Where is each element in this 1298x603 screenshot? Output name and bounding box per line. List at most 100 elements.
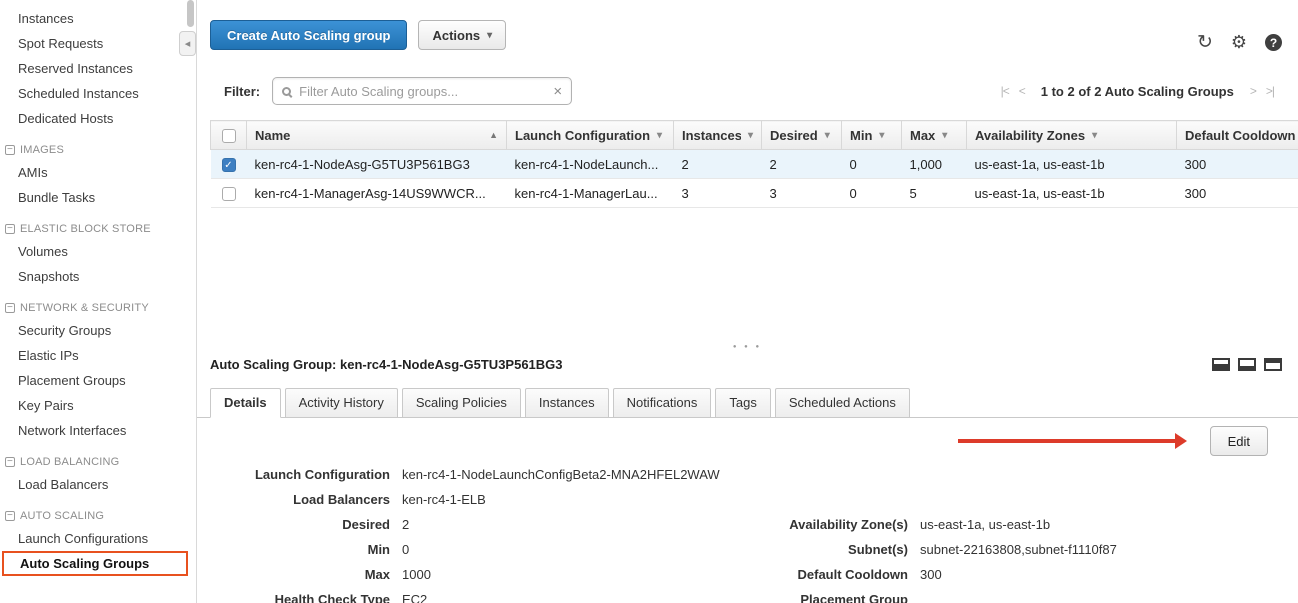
sidebar-item-volumes[interactable]: Volumes [0, 239, 196, 264]
sidebar-item-placement-groups[interactable]: Placement Groups [0, 368, 196, 393]
sidebar-item-scheduled-instances[interactable]: Scheduled Instances [0, 81, 196, 106]
sidebar-item-auto-scaling-groups[interactable]: Auto Scaling Groups [2, 551, 188, 576]
column-label: Default Cooldown [1185, 128, 1296, 143]
chevron-down-icon: ▾ [487, 30, 492, 41]
prev-page-icon[interactable]: < [1019, 84, 1025, 98]
sidebar-item-network-interfaces[interactable]: Network Interfaces [0, 418, 196, 443]
section-label: LOAD BALANCING [20, 456, 119, 468]
field-value: us-east-1a, us-east-1b [920, 512, 1050, 537]
row-checkbox[interactable] [222, 187, 236, 201]
cell-availability-zones: us-east-1a, us-east-1b [967, 179, 1177, 208]
search-icon [282, 87, 291, 96]
tab-instances[interactable]: Instances [525, 388, 609, 418]
layout-details-only-icon[interactable] [1264, 358, 1282, 371]
sidebar-section-load-balancing[interactable]: − LOAD BALANCING [0, 443, 196, 472]
cell-instances: 2 [674, 150, 762, 179]
sidebar-item-key-pairs[interactable]: Key Pairs [0, 393, 196, 418]
cell-instances: 3 [674, 179, 762, 208]
first-page-icon[interactable]: |< [1001, 84, 1009, 98]
details-fields-right: Availability Zone(s) us-east-1a, us-east… [730, 512, 1298, 603]
column-header-max[interactable]: Max ▾ [902, 121, 967, 150]
field-label: Default Cooldown [730, 562, 920, 587]
column-filter-icon[interactable]: ▾ [748, 130, 753, 141]
collapse-section-icon: − [5, 224, 15, 234]
sidebar-item-reserved-instances[interactable]: Reserved Instances [0, 56, 196, 81]
field-value: 300 [920, 562, 942, 587]
help-icon[interactable]: ? [1265, 34, 1282, 51]
clear-filter-icon[interactable]: × [553, 84, 562, 99]
cell-min: 0 [842, 179, 902, 208]
panel-splitter[interactable]: ● ● ● [197, 341, 1298, 353]
sidebar-item-load-balancers[interactable]: Load Balancers [0, 472, 196, 497]
column-filter-icon[interactable]: ▾ [879, 130, 884, 141]
filter-input[interactable] [299, 84, 545, 99]
column-filter-icon[interactable]: ▾ [1092, 130, 1097, 141]
sidebar-section-network-security[interactable]: − NETWORK & SECURITY [0, 289, 196, 318]
sidebar-item-elastic-ips[interactable]: Elastic IPs [0, 343, 196, 368]
column-filter-icon[interactable]: ▾ [942, 130, 947, 141]
column-header-min[interactable]: Min▾ [842, 121, 902, 150]
field-label: Max [210, 562, 402, 587]
column-header-name[interactable]: Name▲ [247, 121, 507, 150]
search-box[interactable]: × [272, 77, 572, 105]
refresh-icon[interactable]: ↻ [1197, 31, 1213, 54]
table-row-node-asg[interactable]: ✓ ken-rc4-1-NodeAsg-G5TU3P561BG3 ken-rc4… [211, 150, 1298, 179]
sidebar-item-security-groups[interactable]: Security Groups [0, 318, 196, 343]
ec2-console-screen: Instances Spot Requests Reserved Instanc… [0, 0, 1298, 603]
next-page-icon[interactable]: > [1250, 84, 1256, 98]
tab-activity-history[interactable]: Activity History [285, 388, 398, 418]
table-empty-space [197, 208, 1298, 341]
column-header-default-cooldown[interactable]: Default Cooldown [1177, 121, 1298, 150]
sidebar-scrollbar-thumb[interactable] [187, 0, 194, 27]
column-filter-icon[interactable]: ▾ [657, 130, 662, 141]
tab-scaling-policies[interactable]: Scaling Policies [402, 388, 521, 418]
tab-scheduled-actions[interactable]: Scheduled Actions [775, 388, 910, 418]
cell-launch-configuration: ken-rc4-1-NodeLaunch... [507, 150, 674, 179]
actions-button[interactable]: Actions ▾ [418, 20, 506, 50]
sidebar-item-amis[interactable]: AMIs [0, 160, 196, 185]
tab-tags[interactable]: Tags [715, 388, 770, 418]
sidebar-item-bundle-tasks[interactable]: Bundle Tasks [0, 185, 196, 210]
sidebar-section-images[interactable]: − IMAGES [0, 131, 196, 160]
sidebar-collapse-button[interactable]: ◂ [179, 31, 196, 56]
actions-button-label: Actions [432, 28, 480, 43]
cell-max: 1,000 [902, 150, 967, 179]
column-header-availability-zones[interactable]: Availability Zones▾ [967, 121, 1177, 150]
sidebar-item-instances[interactable]: Instances [0, 6, 196, 31]
field-value: 2 [402, 512, 409, 537]
table-header-row: Name▲ Launch Configuration▾ Instances▾ D… [211, 121, 1298, 150]
sidebar-item-launch-configurations[interactable]: Launch Configurations [0, 526, 196, 551]
edit-button[interactable]: Edit [1210, 426, 1268, 456]
details-fields-left: Launch Configuration ken-rc4-1-NodeLaunc… [210, 462, 730, 603]
tab-details[interactable]: Details [210, 388, 281, 418]
section-label: AUTO SCALING [20, 510, 104, 522]
details-tabs: Details Activity History Scaling Policie… [197, 388, 1298, 418]
column-header-desired[interactable]: Desired▾ [762, 121, 842, 150]
layout-split-icon[interactable] [1212, 358, 1230, 371]
gear-icon[interactable]: ⚙ [1231, 32, 1247, 53]
column-header-instances[interactable]: Instances▾ [674, 121, 762, 150]
table-row-manager-asg[interactable]: ken-rc4-1-ManagerAsg-14US9WWCR... ken-rc… [211, 179, 1298, 208]
last-page-icon[interactable]: >| [1266, 84, 1274, 98]
tab-notifications[interactable]: Notifications [613, 388, 712, 418]
sidebar-item-dedicated-hosts[interactable]: Dedicated Hosts [0, 106, 196, 131]
sidebar-item-spot-requests[interactable]: Spot Requests [0, 31, 196, 56]
drag-handle-icon: ● ● ● [733, 344, 762, 350]
column-label: Max [910, 128, 935, 143]
details-title: Auto Scaling Group: ken-rc4-1-NodeAsg-G5… [210, 357, 1212, 372]
column-filter-icon[interactable]: ▾ [825, 130, 830, 141]
create-asg-button[interactable]: Create Auto Scaling group [210, 20, 407, 50]
row-checkbox[interactable]: ✓ [222, 158, 236, 172]
sidebar-section-auto-scaling[interactable]: − AUTO SCALING [0, 497, 196, 526]
column-header-launch-configuration[interactable]: Launch Configuration▾ [507, 121, 674, 150]
section-label: NETWORK & SECURITY [20, 302, 149, 314]
field-value: subnet-22163808,subnet-f1110f87 [920, 537, 1117, 562]
sidebar-item-snapshots[interactable]: Snapshots [0, 264, 196, 289]
field-label: Availability Zone(s) [730, 512, 920, 537]
column-label: Name [255, 128, 290, 143]
cell-checkbox [211, 179, 247, 208]
layout-table-only-icon[interactable] [1238, 358, 1256, 371]
select-all-checkbox[interactable] [222, 129, 236, 143]
sidebar-section-elastic-block-store[interactable]: − ELASTIC BLOCK STORE [0, 210, 196, 239]
cell-availability-zones: us-east-1a, us-east-1b [967, 150, 1177, 179]
